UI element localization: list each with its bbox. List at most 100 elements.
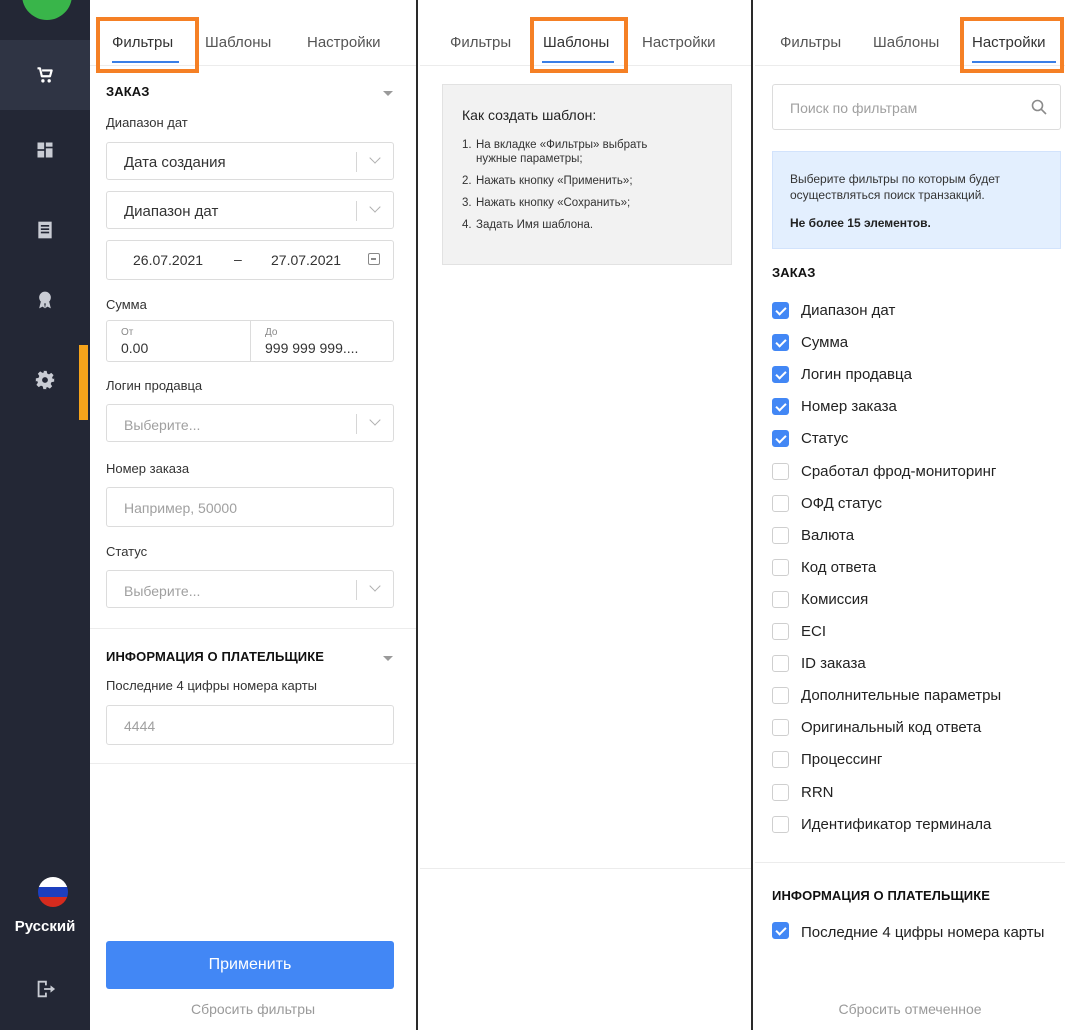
- checkbox-item[interactable]: ECI: [772, 623, 826, 640]
- checkbox-item[interactable]: Сработал фрод-мониторинг: [772, 462, 996, 480]
- checkbox[interactable]: [772, 398, 789, 416]
- payer-section-title: ИНФОРМАЦИЯ О ПЛАТЕЛЬЩИКЕ: [106, 649, 325, 664]
- checkbox[interactable]: [772, 334, 789, 352]
- checkbox-item[interactable]: Валюта: [772, 526, 854, 544]
- checkbox[interactable]: [772, 922, 789, 939]
- chevron-down-icon: [370, 583, 380, 593]
- status-select[interactable]: Выберите...: [106, 570, 394, 608]
- checkbox-item[interactable]: ОФД статус: [772, 494, 882, 512]
- chevron-down-icon: [370, 155, 380, 165]
- filter-search-input[interactable]: Поиск по фильтрам: [772, 84, 1061, 130]
- collapse-caret-icon[interactable]: [383, 91, 393, 96]
- apply-button[interactable]: Применить: [106, 941, 394, 989]
- tab-filters[interactable]: Фильтры: [450, 34, 511, 51]
- seller-login-select[interactable]: Выберите...: [106, 404, 394, 442]
- reset-filters-link[interactable]: Сбросить фильтры: [90, 1001, 416, 1017]
- tab-bar: Фильтры Шаблоны Настройки: [755, 0, 1065, 73]
- checkbox[interactable]: [772, 655, 789, 673]
- checkbox-label: Комиссия: [801, 590, 869, 608]
- list-item: 2. Нажать кнопку «Применить»;: [462, 175, 633, 187]
- sidebar: Русский: [0, 0, 90, 1030]
- checkbox-item[interactable]: Логин продавца: [772, 366, 912, 384]
- checkbox-item[interactable]: Сумма: [772, 334, 849, 352]
- list-item: 4. Задать Имя шаблона.: [462, 219, 594, 231]
- date-to[interactable]: 27.07.2021: [271, 252, 341, 268]
- checkbox[interactable]: [772, 558, 789, 576]
- search-placeholder: Поиск по фильтрам: [790, 100, 918, 116]
- reset-selection-link[interactable]: Сбросить отмеченное: [755, 1001, 1065, 1017]
- sum-from-value: 0.00: [121, 340, 149, 356]
- checkbox-item[interactable]: ID заказа: [772, 655, 866, 673]
- checkbox-label: Последние 4 цифры номера карты: [801, 924, 1045, 941]
- checkbox[interactable]: [772, 366, 789, 384]
- date-range-select[interactable]: Диапазон дат: [106, 191, 394, 229]
- sum-from-caption: От: [121, 327, 134, 338]
- cart-icon: [37, 67, 53, 83]
- checkbox[interactable]: [772, 783, 789, 801]
- checkbox-item[interactable]: Дополнительные параметры: [772, 687, 1001, 705]
- checkbox[interactable]: [772, 430, 789, 448]
- checkbox-label: Диапазон дат: [801, 302, 896, 319]
- seller-login-placeholder: Выберите...: [124, 417, 201, 433]
- sidebar-item-reports[interactable]: [0, 195, 90, 265]
- date-range-picker[interactable]: 26.07.2021 – 27.07.2021: [106, 240, 394, 280]
- tab-settings[interactable]: Настройки: [642, 34, 716, 51]
- checkbox[interactable]: [772, 751, 789, 769]
- payer-section-title: ИНФОРМАЦИЯ О ПЛАТЕЛЬЩИКЕ: [772, 888, 991, 903]
- language-switcher[interactable]: Русский: [0, 918, 90, 935]
- collapse-caret-icon[interactable]: [383, 656, 393, 661]
- tab-settings[interactable]: Настройки: [307, 34, 381, 51]
- date-range-value: Диапазон дат: [124, 203, 219, 220]
- tab-templates[interactable]: Шаблоны: [873, 34, 939, 51]
- checkbox-item[interactable]: Комиссия: [772, 590, 869, 608]
- sum-label: Сумма: [106, 297, 147, 312]
- card-last4-input[interactable]: 4444: [106, 705, 394, 745]
- checkbox-item[interactable]: Код ответа: [772, 558, 876, 576]
- checkbox-label: Процессинг: [801, 751, 883, 769]
- sum-from-field[interactable]: От 0.00: [107, 321, 250, 361]
- checkbox-label: Идентификатор терминала: [801, 815, 992, 833]
- checkbox-item[interactable]: Статус: [772, 430, 848, 448]
- sum-to-value: 999 999 999....: [265, 340, 359, 356]
- order-number-placeholder: Например, 50000: [124, 500, 237, 516]
- sidebar-item-loyalty[interactable]: [0, 265, 90, 335]
- checkbox[interactable]: [772, 494, 789, 512]
- checkbox-card-last4[interactable]: Последние 4 цифры номера карты: [772, 922, 1052, 944]
- sidebar-item-orders[interactable]: [0, 40, 90, 110]
- checkbox-item[interactable]: Номер заказа: [772, 398, 897, 416]
- tab-bar: Фильтры Шаблоны Настройки: [90, 0, 416, 73]
- tab-templates[interactable]: Шаблоны: [205, 34, 271, 51]
- checkbox-item[interactable]: Идентификатор терминала: [772, 815, 992, 833]
- checkbox-label: Сумма: [801, 334, 849, 352]
- search-icon[interactable]: [1031, 99, 1047, 115]
- date-from[interactable]: 26.07.2021: [133, 252, 203, 268]
- sum-to-field[interactable]: До 999 999 999....: [251, 321, 394, 361]
- checkbox[interactable]: [772, 719, 789, 737]
- section-divider: [755, 862, 1065, 863]
- checkbox[interactable]: [772, 815, 789, 833]
- calendar-icon[interactable]: [368, 253, 380, 265]
- checkbox[interactable]: [772, 462, 789, 480]
- section-divider: [420, 868, 751, 869]
- russian-flag-icon[interactable]: [38, 877, 68, 907]
- section-divider: [90, 628, 416, 629]
- how-to-title: Как создать шаблон:: [462, 107, 597, 123]
- checkbox-item[interactable]: Процессинг: [772, 751, 883, 769]
- checkbox-item[interactable]: RRN: [772, 783, 834, 801]
- checkbox[interactable]: [772, 623, 789, 640]
- tab-bar: Фильтры Шаблоны Настройки: [420, 0, 751, 73]
- date-type-select[interactable]: Дата создания: [106, 142, 394, 180]
- tab-filters[interactable]: Фильтры: [780, 34, 841, 51]
- order-number-input[interactable]: Например, 50000: [106, 487, 394, 527]
- checkbox[interactable]: [772, 526, 789, 544]
- sidebar-item-dashboard[interactable]: [0, 115, 90, 185]
- brand-logo: [22, 0, 72, 20]
- checkbox[interactable]: [772, 590, 789, 608]
- sidebar-item-settings[interactable]: [0, 345, 90, 415]
- info-box: Выберите фильтры по которым будет осущес…: [772, 151, 1061, 249]
- logout-icon[interactable]: [34, 978, 56, 1000]
- checkbox[interactable]: [772, 302, 789, 319]
- checkbox-item[interactable]: Диапазон дат: [772, 302, 895, 319]
- checkbox[interactable]: [772, 687, 789, 705]
- checkbox-item[interactable]: Оригинальный код ответа: [772, 719, 981, 737]
